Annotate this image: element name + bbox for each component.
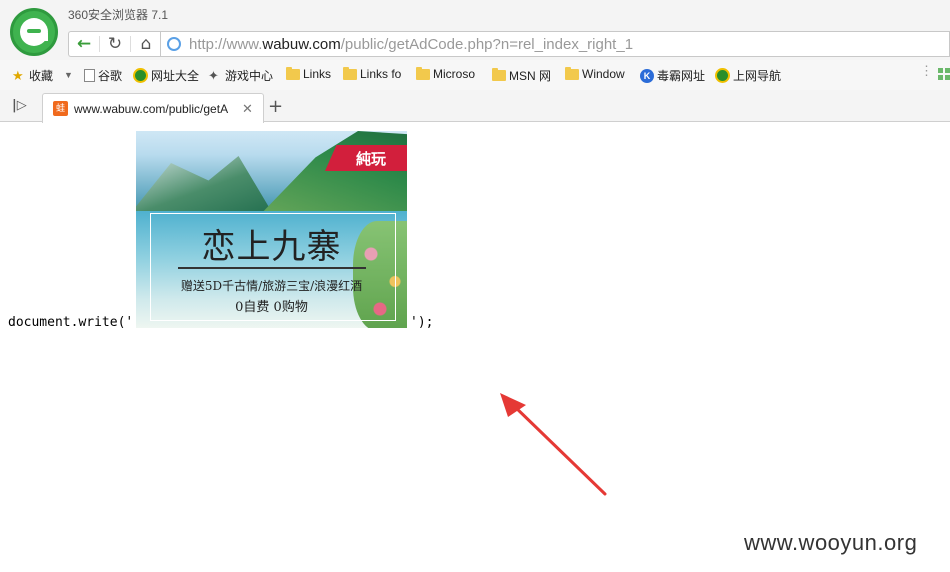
bookmark-item[interactable]: K 毒霸网址 bbox=[640, 67, 705, 84]
browser-logo-icon bbox=[10, 8, 58, 56]
ad-banner-image[interactable]: 純玩 恋上九寨 赠送5D千古情/旅游三宝/浪漫红酒 0自费 0购物 bbox=[136, 131, 407, 328]
folder-icon bbox=[565, 66, 579, 80]
close-icon[interactable]: ✕ bbox=[242, 101, 253, 117]
green-plus-icon bbox=[133, 68, 148, 83]
tab-title: www.wabuw.com/public/getA bbox=[74, 101, 229, 116]
mountain-right bbox=[256, 131, 407, 219]
bookmark-item[interactable]: Window bbox=[565, 66, 625, 81]
chevron-down-icon[interactable]: ▼ bbox=[64, 70, 73, 80]
tab-active[interactable]: 蛙 www.wabuw.com/public/getA ✕ bbox=[42, 93, 264, 123]
address-url[interactable]: http://www.wabuw.com/public/getAdCode.ph… bbox=[189, 36, 633, 53]
bookmark-label: Window bbox=[582, 67, 625, 81]
sidebar-toggle-icon[interactable]: |▷ bbox=[12, 98, 27, 113]
address-bar[interactable]: http://www.wabuw.com/public/getAdCode.ph… bbox=[160, 31, 950, 57]
new-tab-icon[interactable]: + bbox=[268, 96, 283, 117]
window-title: 360安全浏览器 7.1 bbox=[68, 8, 169, 22]
gamepad-icon: ✦ bbox=[208, 68, 219, 83]
bookmark-label: Links bbox=[303, 67, 332, 81]
document-write-suffix: '); bbox=[410, 315, 434, 330]
back-arrow-icon[interactable]: ← bbox=[69, 32, 99, 56]
folder-icon bbox=[286, 66, 300, 80]
navigation-bar: ← ↻ ⌂ http://www.wabuw.com/public/getAdC… bbox=[0, 28, 950, 60]
folder-icon bbox=[343, 66, 357, 80]
bookmark-item[interactable]: Links fo bbox=[343, 66, 402, 81]
green-plus-icon bbox=[715, 68, 730, 83]
bookmark-label: MSN 网 bbox=[509, 69, 552, 83]
bookmark-item[interactable]: Links bbox=[286, 66, 332, 81]
star-icon: ★ bbox=[12, 68, 24, 83]
bookmark-label: Microso bbox=[433, 67, 476, 81]
more-menu-icon[interactable]: ⋮ bbox=[920, 64, 933, 77]
ad-subtitle-2: 0自费 0购物 bbox=[235, 300, 308, 315]
ad-badge: 純玩 bbox=[325, 145, 407, 171]
bookmark-item[interactable]: MSN 网 bbox=[492, 67, 551, 84]
url-scheme: http://www. bbox=[189, 35, 263, 53]
site-info-icon[interactable] bbox=[167, 37, 181, 51]
title-bar: 360安全浏览器 7.1 bbox=[0, 0, 950, 28]
red-arrow-annotation bbox=[500, 393, 607, 496]
bookmark-item[interactable]: Microso bbox=[416, 66, 476, 81]
apps-grid-icon[interactable] bbox=[938, 68, 950, 82]
ad-subtitle: 赠送5D千古情/旅游三宝/浪漫红酒 bbox=[180, 279, 363, 293]
bookmark-label: 毒霸网址 bbox=[657, 69, 706, 83]
bookmark-label: 网址大全 bbox=[151, 69, 200, 83]
k-icon: K bbox=[640, 68, 654, 83]
bookmark-item[interactable]: ✦ 游戏中心 bbox=[208, 67, 273, 84]
ad-divider bbox=[178, 267, 366, 269]
document-write-prefix: document.write(' bbox=[8, 315, 134, 330]
watermark: www.wooyun.org bbox=[744, 530, 918, 555]
reload-icon[interactable]: ↻ bbox=[100, 32, 130, 56]
bookmark-label: 谷歌 bbox=[98, 69, 123, 83]
bookmark-label: 游戏中心 bbox=[225, 69, 274, 83]
url-path: /public/getAdCode.php?n=rel_index_right_… bbox=[340, 35, 634, 53]
folder-icon bbox=[492, 68, 506, 81]
page-icon bbox=[84, 69, 95, 82]
folder-icon bbox=[416, 66, 430, 80]
ad-title: 恋上九寨 bbox=[201, 227, 342, 267]
home-icon[interactable]: ⌂ bbox=[131, 32, 161, 56]
page-content: document.write(' 純玩 恋上九寨 赠送5D千古情/旅游三宝/浪漫… bbox=[0, 123, 950, 572]
nav-buttons: ← ↻ ⌂ bbox=[68, 31, 164, 57]
bookmark-item[interactable]: 网址大全 bbox=[133, 67, 199, 84]
bookmark-label: Links fo bbox=[360, 67, 402, 81]
bookmark-item[interactable]: 谷歌 bbox=[84, 67, 122, 84]
bookmark-label: 收藏 bbox=[29, 69, 54, 83]
site-favicon-icon: 蛙 bbox=[53, 101, 68, 116]
bookmark-item[interactable]: 上网导航 bbox=[715, 67, 781, 84]
bookmark-label: 上网导航 bbox=[733, 69, 782, 83]
mountain-left bbox=[136, 156, 276, 219]
bookmark-favorites[interactable]: ★ 收藏 bbox=[12, 67, 53, 84]
url-host: wabuw.com bbox=[262, 35, 341, 53]
bookmarks-bar: ★ 收藏 ▼ 谷歌 网址大全 ✦ 游戏中心 Links Links fo Mic… bbox=[0, 60, 950, 90]
tab-bar: |▷ 蛙 www.wabuw.com/public/getA ✕ + bbox=[0, 90, 950, 123]
